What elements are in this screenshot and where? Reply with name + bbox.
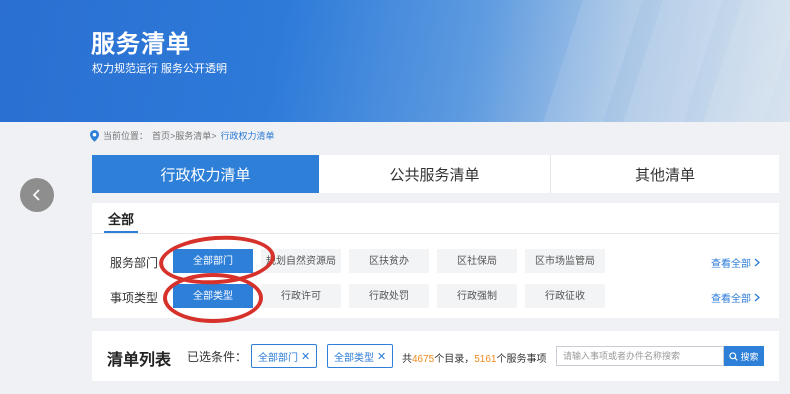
list-title: 清单列表 [107, 352, 172, 369]
selected-tag-department: 全部部门 ✕ [251, 344, 318, 368]
breadcrumb-path[interactable]: 首页>服务清单> [152, 129, 217, 142]
result-summary: 共4675个目录，5161个服务事项 [402, 350, 547, 365]
location-pin-icon [90, 129, 99, 142]
tab-public-service[interactable]: 公共服务清单 [319, 155, 551, 193]
breadcrumb: 当前位置： 首页>服务清单> 行政权力清单 [90, 129, 275, 142]
selected-conditions-label: 已选条件： [187, 350, 248, 364]
back-button[interactable] [20, 178, 54, 212]
tag-label: 全部类型 [334, 352, 374, 364]
tab-other-lists[interactable]: 其他清单 [551, 155, 779, 193]
chip-social-security-bureau[interactable]: 区社保局 [437, 249, 517, 273]
chip-planning-resources-bureau[interactable]: 规划自然资源局 [261, 249, 341, 273]
chevron-right-icon [754, 258, 760, 267]
chip-all-departments[interactable]: 全部部门 [173, 249, 253, 273]
selected-tag-type: 全部类型 ✕ [327, 344, 394, 368]
chip-administrative-license[interactable]: 行政许可 [261, 284, 341, 308]
see-all-label: 查看全部 [711, 294, 751, 305]
filter-all-tab[interactable]: 全部 [104, 209, 139, 233]
chip-administrative-enforcement[interactable]: 行政强制 [437, 284, 517, 308]
close-icon[interactable]: ✕ [377, 350, 386, 363]
department-filter-label: 服务部门 [110, 256, 159, 270]
filter-panel: 全部 服务部门 全部部门 规划自然资源局 区扶贫办 区社保局 区市场监管局 查看… [92, 203, 779, 318]
divider [92, 233, 779, 234]
catalog-text: 个目录， [434, 354, 475, 365]
see-all-departments-link[interactable]: 查看全部 [711, 255, 760, 270]
search-input[interactable] [556, 346, 724, 366]
chip-poverty-office[interactable]: 区扶贫办 [349, 249, 429, 273]
chip-administrative-levy[interactable]: 行政征收 [525, 284, 605, 308]
breadcrumb-current: 行政权力清单 [220, 131, 275, 141]
search-icon [729, 351, 739, 361]
type-filter-label: 事项类型 [110, 291, 159, 305]
summary-prefix: 共 [402, 354, 412, 365]
page-banner: 服务清单 权力规范运行 服务公开透明 [0, 0, 790, 122]
see-all-label: 查看全部 [711, 259, 751, 270]
search-button-label: 搜索 [740, 351, 759, 362]
list-tabs: 行政权力清单 公共服务清单 其他清单 [92, 155, 779, 193]
breadcrumb-prefix: 当前位置： [103, 131, 149, 141]
page-title: 服务清单 [91, 31, 191, 58]
chevron-left-icon [32, 189, 40, 201]
chip-administrative-penalty[interactable]: 行政处罚 [349, 284, 429, 308]
chip-market-supervision-bureau[interactable]: 区市场监管局 [525, 249, 605, 273]
chip-all-types[interactable]: 全部类型 [173, 284, 253, 308]
catalog-count: 4675 [412, 354, 435, 365]
service-count: 5161 [474, 354, 497, 365]
service-text: 个服务事项 [496, 354, 547, 365]
see-all-types-link[interactable]: 查看全部 [711, 290, 760, 305]
tag-label: 全部部门 [258, 352, 298, 364]
page-subtitle: 权力规范运行 服务公开透明 [92, 63, 228, 75]
list-panel: 清单列表 已选条件： 全部部门 ✕ 全部类型 ✕ 共4675个目录，5161个服… [92, 331, 779, 381]
chevron-right-icon [754, 293, 760, 302]
close-icon[interactable]: ✕ [301, 350, 310, 363]
tab-administrative-power[interactable]: 行政权力清单 [92, 155, 319, 193]
search-button[interactable]: 搜索 [724, 346, 764, 366]
